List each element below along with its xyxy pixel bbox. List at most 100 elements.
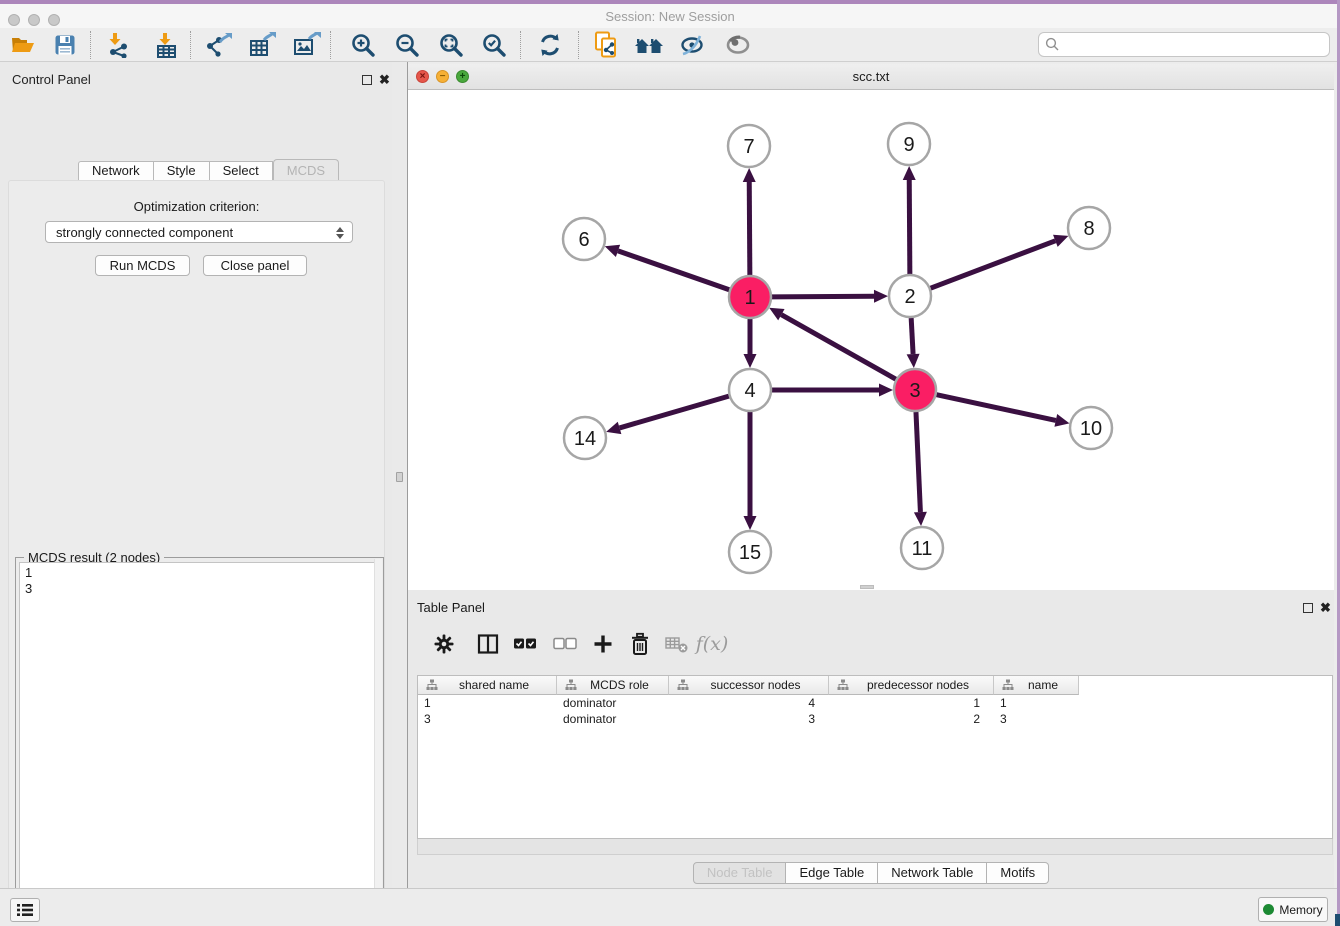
graph-node-11[interactable]: 11 bbox=[901, 527, 943, 569]
create-column-button[interactable] bbox=[587, 628, 619, 660]
import-table-button[interactable] bbox=[150, 30, 184, 60]
first-neighbors-button[interactable] bbox=[632, 30, 666, 60]
close-panel-button[interactable]: Close panel bbox=[203, 255, 307, 276]
graph-node-14[interactable]: 14 bbox=[564, 417, 606, 459]
tab-select[interactable]: Select bbox=[210, 161, 273, 181]
graph-edge-2-8[interactable] bbox=[931, 235, 1069, 288]
column-header-MCDS-role[interactable]: MCDS role bbox=[557, 676, 669, 695]
tab-motifs[interactable]: Motifs bbox=[987, 862, 1049, 884]
tab-mcds[interactable]: MCDS bbox=[273, 159, 339, 181]
graph-node-10[interactable]: 10 bbox=[1070, 407, 1112, 449]
column-header-predecessor-nodes[interactable]: predecessor nodes bbox=[829, 676, 994, 695]
graph-node-15[interactable]: 15 bbox=[729, 531, 771, 573]
table-cell: dominator bbox=[557, 695, 669, 711]
graph-edge-1-2[interactable] bbox=[772, 290, 888, 303]
fit-content-icon bbox=[439, 33, 464, 58]
zoom-out-button[interactable] bbox=[390, 30, 424, 60]
optimization-criterion-label: Optimization criterion: bbox=[9, 199, 384, 214]
delete-table-button[interactable] bbox=[661, 628, 693, 660]
table-cell: 3 bbox=[994, 711, 1079, 727]
resize-grip[interactable] bbox=[1335, 914, 1340, 926]
graph-edge-1-6[interactable] bbox=[605, 245, 729, 290]
deselect-all-button[interactable] bbox=[549, 628, 581, 660]
criterion-value: strongly connected component bbox=[56, 225, 233, 240]
graph-edge-4-14[interactable] bbox=[606, 396, 729, 434]
column-header-shared-name[interactable]: shared name bbox=[418, 676, 557, 695]
birdseye-view-button[interactable] bbox=[721, 30, 755, 60]
run-mcds-button[interactable]: Run MCDS bbox=[95, 255, 190, 276]
clone-network-button[interactable] bbox=[589, 30, 623, 60]
graph-edge-3-10[interactable] bbox=[937, 395, 1070, 427]
export-network-button[interactable] bbox=[202, 30, 236, 60]
zoom-out-icon bbox=[395, 33, 420, 58]
graph-edge-1-4[interactable] bbox=[744, 319, 757, 368]
function-builder-button[interactable]: f(x) bbox=[696, 628, 728, 660]
graph-node-4[interactable]: 4 bbox=[729, 369, 771, 411]
result-scrollbar[interactable] bbox=[374, 559, 382, 926]
graph-node-6[interactable]: 6 bbox=[563, 218, 605, 260]
table-row[interactable]: 3dominator323 bbox=[418, 711, 1332, 727]
clone-network-icon bbox=[593, 31, 619, 59]
close-table-panel-icon[interactable]: ✖ bbox=[1320, 600, 1331, 616]
column-header-name[interactable]: name bbox=[994, 676, 1079, 695]
network-canvas[interactable]: 7 9 6 8 1 2 4 3 14 10 15 11 bbox=[408, 90, 1334, 590]
memory-button[interactable]: Memory bbox=[1258, 897, 1328, 922]
refresh-layout-button[interactable] bbox=[533, 30, 567, 60]
table-cell: 4 bbox=[669, 695, 829, 711]
mcds-result-text[interactable]: 13 bbox=[19, 562, 380, 926]
delete-columns-button[interactable] bbox=[624, 628, 656, 660]
criterion-select[interactable]: strongly connected component bbox=[45, 221, 353, 243]
graph-node-label: 2 bbox=[904, 286, 915, 308]
fit-content-button[interactable] bbox=[434, 30, 468, 60]
graph-node-label: 1 bbox=[744, 287, 755, 309]
export-image-button[interactable] bbox=[290, 30, 324, 60]
graph-edge-4-3[interactable] bbox=[772, 384, 893, 397]
hide-graphics-details-button[interactable] bbox=[676, 30, 710, 60]
tab-node-table[interactable]: Node Table bbox=[693, 862, 787, 884]
graph-edge-4-15[interactable] bbox=[744, 412, 757, 530]
checked-boxes-icon bbox=[513, 637, 537, 651]
graph-node-7[interactable]: 7 bbox=[728, 125, 770, 167]
save-session-icon bbox=[53, 33, 77, 57]
graph-edge-1-7[interactable] bbox=[743, 168, 756, 275]
tab-edge-table[interactable]: Edge Table bbox=[786, 862, 878, 884]
table-cell: 1 bbox=[829, 695, 994, 711]
graph-edge-3-1[interactable] bbox=[769, 308, 896, 379]
toolbar-separator bbox=[578, 31, 579, 59]
open-session-button[interactable] bbox=[6, 30, 40, 60]
graph-node-9[interactable]: 9 bbox=[888, 123, 930, 165]
show-columns-button[interactable] bbox=[472, 628, 504, 660]
search-input[interactable] bbox=[1060, 35, 1329, 55]
column-header-successor-nodes[interactable]: successor nodes bbox=[669, 676, 829, 695]
table-row[interactable]: 1dominator411 bbox=[418, 695, 1332, 711]
table-toolbar: f(x) bbox=[416, 626, 1326, 662]
split-pane-grip[interactable] bbox=[860, 585, 874, 589]
table-settings-button[interactable] bbox=[428, 628, 460, 660]
import-network-button[interactable] bbox=[101, 30, 135, 60]
float-panel-icon[interactable] bbox=[362, 75, 372, 85]
zoom-selected-button[interactable] bbox=[477, 30, 511, 60]
export-table-button[interactable] bbox=[246, 30, 280, 60]
select-all-button[interactable] bbox=[509, 628, 541, 660]
task-history-button[interactable] bbox=[10, 898, 40, 922]
graph-node-1[interactable]: 1 bbox=[729, 276, 771, 318]
zoom-in-button[interactable] bbox=[346, 30, 380, 60]
float-table-panel-icon[interactable] bbox=[1303, 603, 1313, 613]
divider-grip[interactable] bbox=[396, 472, 403, 482]
panel-divider[interactable] bbox=[392, 62, 408, 888]
graph-node-label: 6 bbox=[578, 229, 589, 251]
tab-network-table[interactable]: Network Table bbox=[878, 862, 987, 884]
open-session-icon bbox=[10, 33, 36, 57]
search-field[interactable] bbox=[1038, 32, 1330, 57]
graph-edge-2-3[interactable] bbox=[907, 318, 920, 368]
tab-style[interactable]: Style bbox=[154, 161, 210, 181]
network-window-titlebar[interactable]: × − + scc.txt bbox=[408, 64, 1334, 90]
graph-edge-3-11[interactable] bbox=[914, 412, 927, 526]
close-panel-icon[interactable]: ✖ bbox=[379, 72, 390, 88]
graph-node-3[interactable]: 3 bbox=[894, 369, 936, 411]
graph-node-8[interactable]: 8 bbox=[1068, 207, 1110, 249]
save-session-button[interactable] bbox=[48, 30, 82, 60]
graph-edge-2-9[interactable] bbox=[903, 166, 916, 274]
tab-network[interactable]: Network bbox=[78, 161, 154, 181]
graph-node-2[interactable]: 2 bbox=[889, 275, 931, 317]
